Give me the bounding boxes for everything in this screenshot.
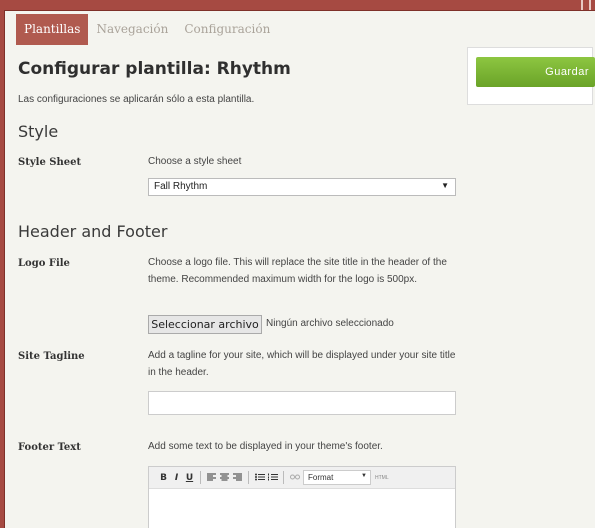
site-tagline-label: Site Tagline (18, 351, 85, 362)
bold-button[interactable]: B (157, 473, 170, 483)
align-center-icon[interactable] (218, 473, 231, 483)
site-tagline-input[interactable] (148, 391, 456, 415)
chevron-down-icon: ▼ (441, 181, 449, 190)
section-header-footer-title: Header and Footer (18, 222, 168, 241)
file-status-text: Ningún archivo seleccionado (266, 318, 394, 329)
numbered-list-icon[interactable] (266, 473, 279, 483)
italic-button[interactable]: I (170, 473, 183, 483)
html-button[interactable]: HTML (375, 475, 389, 481)
toolbar-divider (283, 471, 284, 484)
footer-text-label: Footer Text (18, 442, 81, 453)
save-button[interactable]: Guardar (476, 57, 595, 87)
format-select-value: Format (308, 473, 334, 482)
align-right-icon[interactable] (231, 473, 244, 483)
editor-toolbar: B I U Format ▼ HTML (149, 467, 455, 489)
logo-file-desc: Choose a logo file. This will replace th… (148, 257, 447, 285)
style-sheet-select[interactable]: Fall Rhythm ▼ (148, 178, 456, 196)
choose-file-button[interactable]: Seleccionar archivo (148, 315, 262, 334)
section-style-title: Style (18, 122, 59, 141)
page-title: Configurar plantilla: Rhythm (18, 59, 291, 79)
toolbar-divider (248, 471, 249, 484)
format-select[interactable]: Format ▼ (303, 470, 371, 485)
chevron-down-icon: ▼ (361, 473, 367, 479)
bullet-list-icon[interactable] (253, 473, 266, 483)
style-sheet-selected-value: Fall Rhythm (154, 181, 208, 192)
link-icon[interactable] (288, 473, 301, 483)
window-corner-decoration (581, 0, 591, 10)
intro-text: Las configuraciones se aplicarán sólo a … (18, 94, 255, 105)
footer-text-desc: Add some text to be displayed in your th… (148, 441, 383, 452)
style-sheet-desc: Choose a style sheet (148, 156, 242, 167)
underline-button[interactable]: U (183, 473, 196, 483)
style-sheet-label: Style Sheet (18, 157, 82, 168)
tab-navegacion[interactable]: Navegación (88, 14, 176, 45)
tab-bar: Plantillas Navegación Configuración (16, 14, 278, 45)
tab-configuracion[interactable]: Configuración (176, 14, 278, 45)
toolbar-divider (200, 471, 201, 484)
align-left-icon[interactable] (205, 473, 218, 483)
tab-plantillas[interactable]: Plantillas (16, 14, 89, 45)
logo-file-label: Logo File (18, 258, 70, 269)
footer-text-editor[interactable]: B I U Format ▼ HTML (148, 466, 456, 528)
site-tagline-desc: Add a tagline for your site, which will … (148, 350, 456, 378)
